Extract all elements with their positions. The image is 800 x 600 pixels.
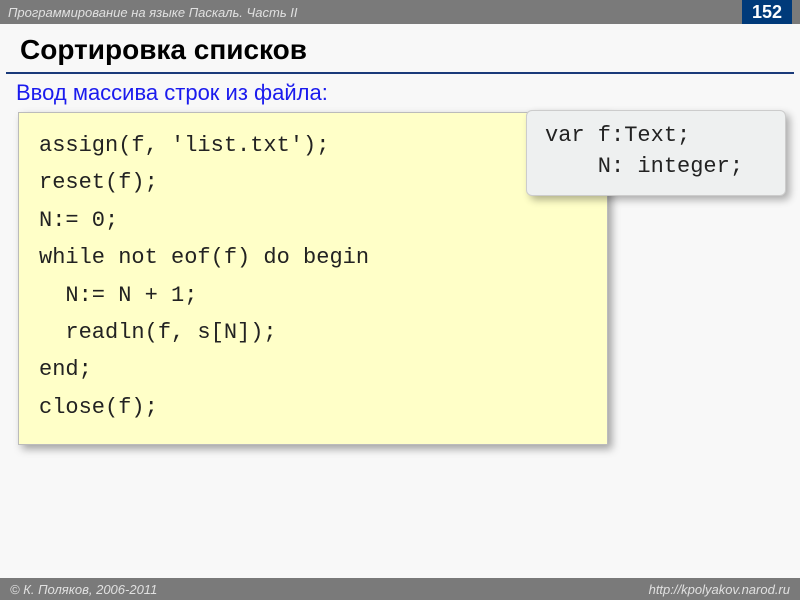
code-line: assign(f, 'list.txt');: [39, 127, 587, 164]
course-title: Программирование на языке Паскаль. Часть…: [8, 5, 298, 20]
slide-title: Сортировка списков: [6, 24, 794, 74]
code-line: while not eof(f) do begin: [39, 239, 587, 276]
slide-footer: © К. Поляков, 2006-2011 http://kpolyakov…: [0, 578, 800, 600]
footer-url: http://kpolyakov.narod.ru: [649, 582, 790, 597]
code-line: reset(f);: [39, 164, 587, 201]
copyright-text: © К. Поляков, 2006-2011: [10, 582, 157, 597]
code-line: readln(f, s[N]);: [39, 314, 587, 351]
code-block-main: assign(f, 'list.txt'); reset(f); N:= 0; …: [18, 112, 608, 445]
content-area: assign(f, 'list.txt'); reset(f); N:= 0; …: [0, 112, 800, 445]
code-line: end;: [39, 351, 587, 388]
code-block-var: var f:Text; N: integer;: [526, 110, 786, 196]
page-number: 152: [742, 0, 792, 24]
code-line: N:= N + 1;: [39, 277, 587, 314]
var-line: var f:Text;: [545, 121, 767, 152]
slide-header: Программирование на языке Паскаль. Часть…: [0, 0, 800, 24]
code-line: close(f);: [39, 389, 587, 426]
var-line: N: integer;: [545, 152, 767, 183]
code-line: N:= 0;: [39, 202, 587, 239]
